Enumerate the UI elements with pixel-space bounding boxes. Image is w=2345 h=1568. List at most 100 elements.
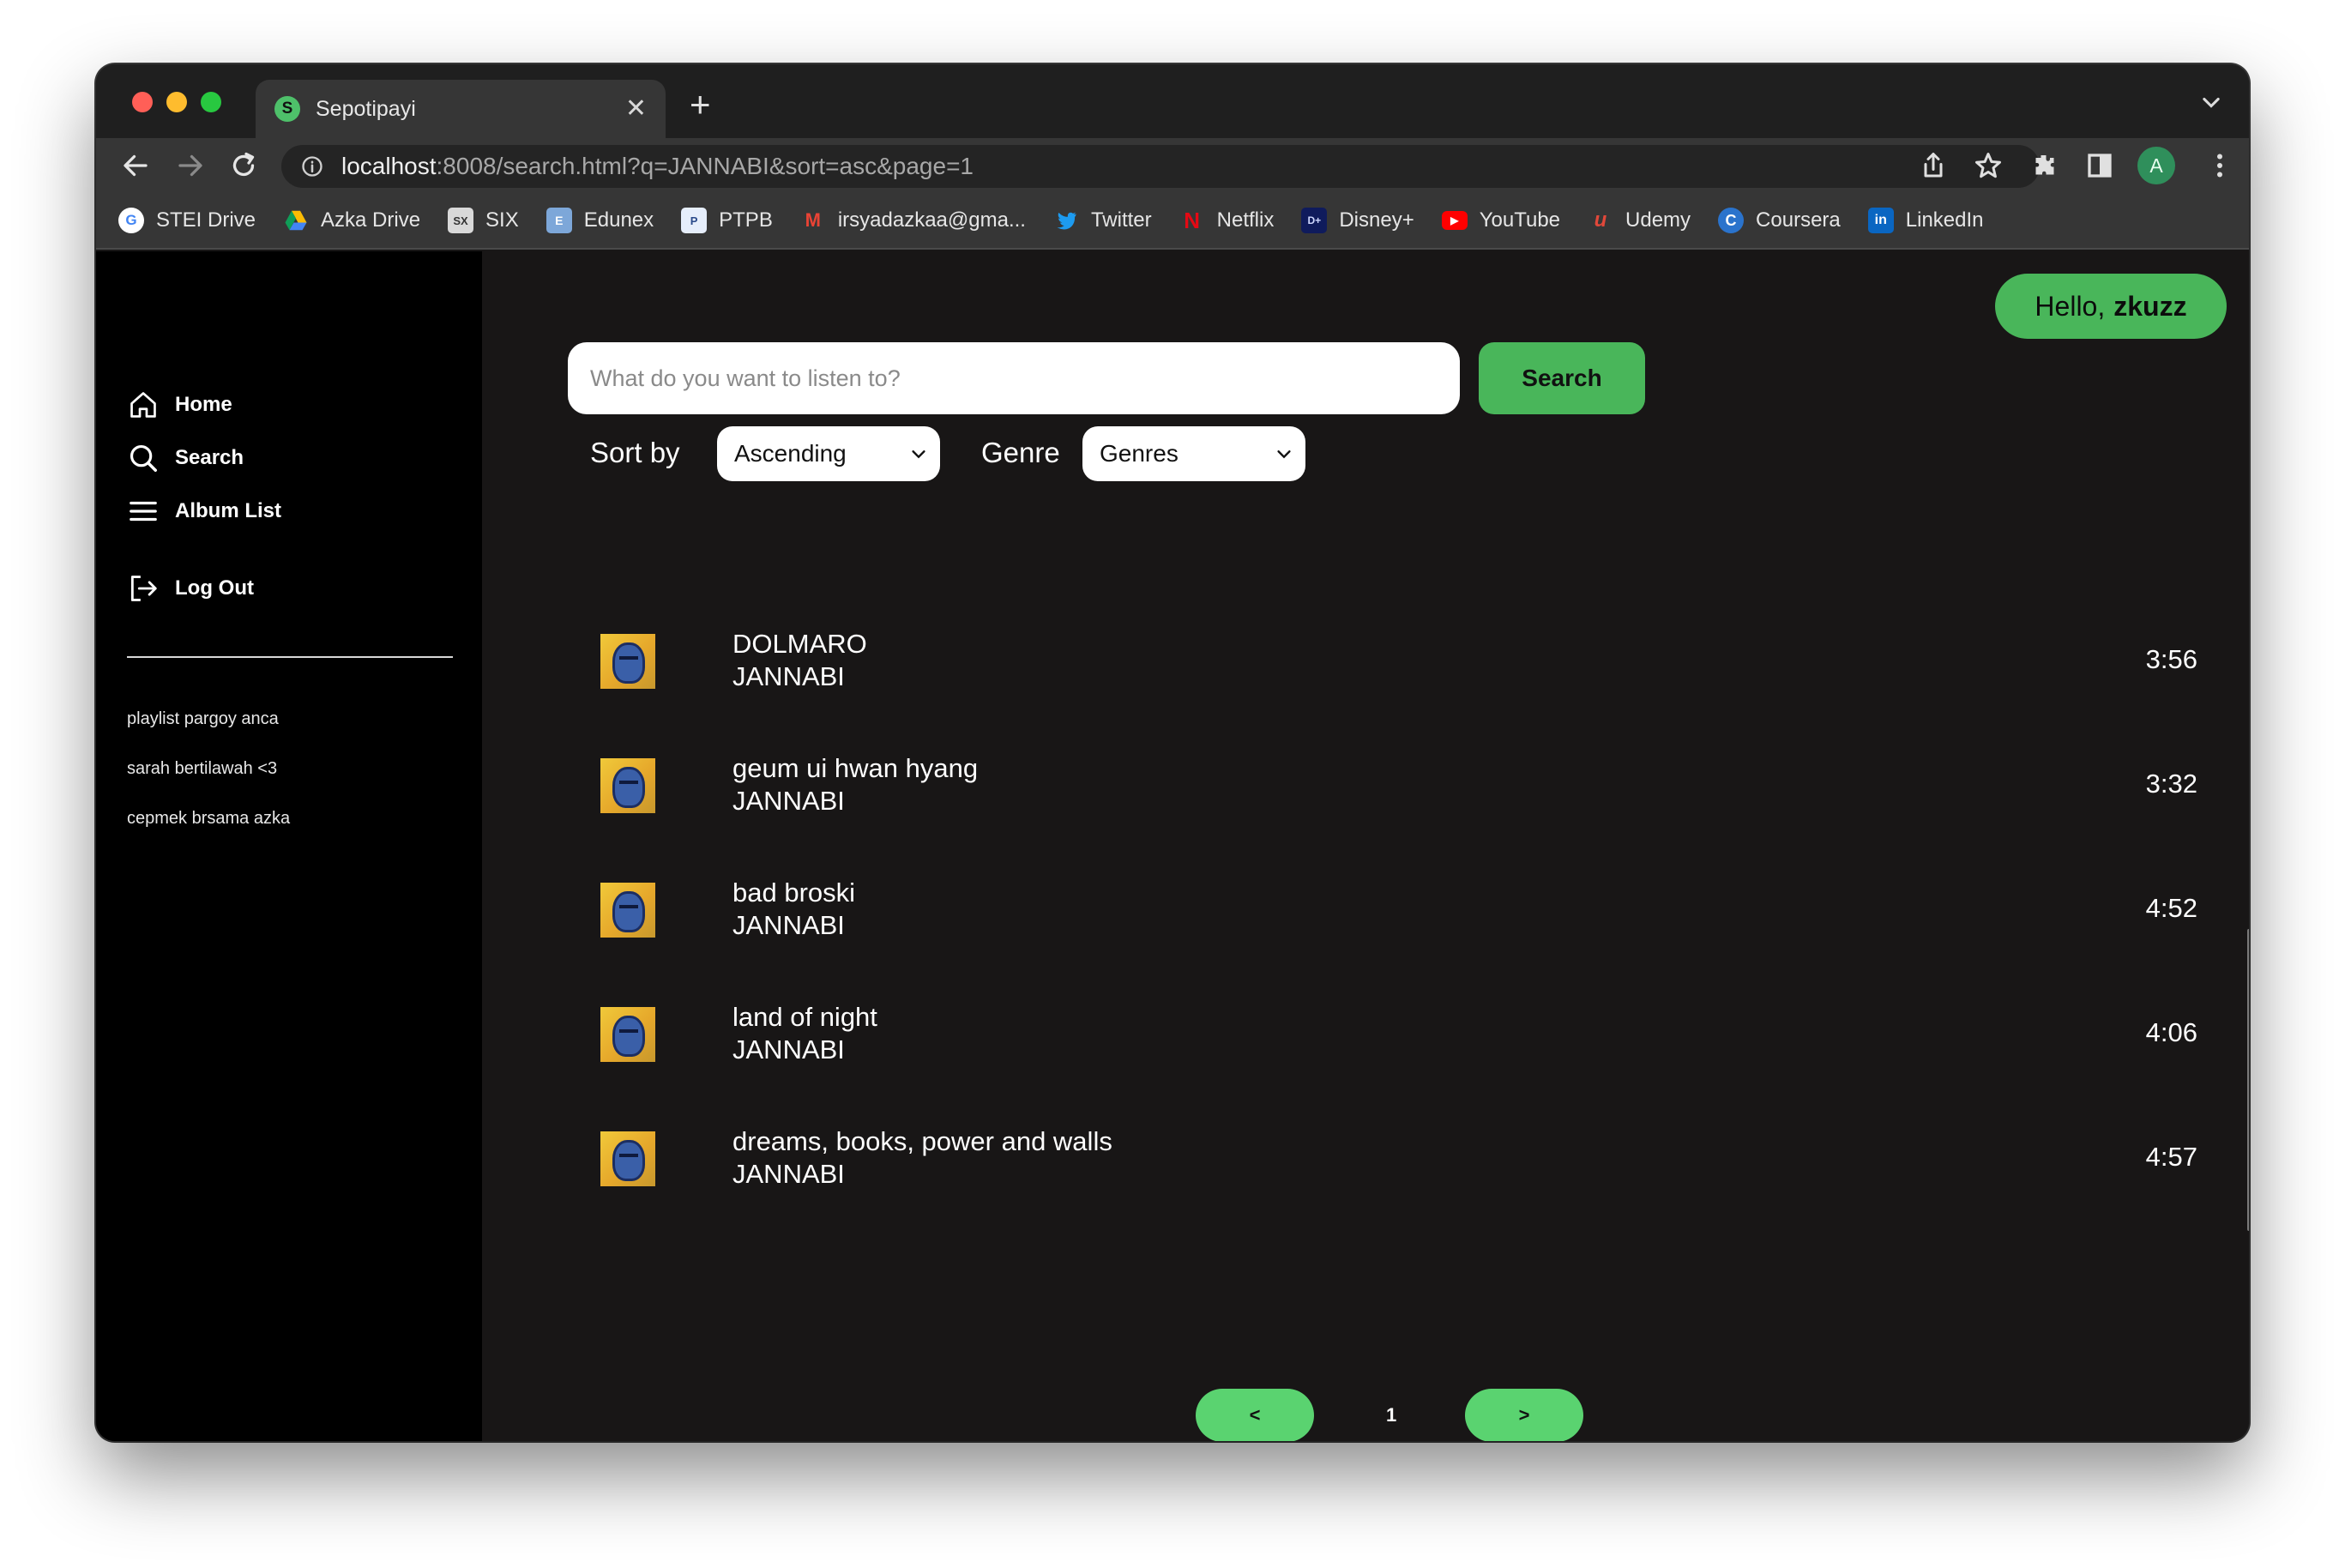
bookmark-coursera[interactable]: C Coursera [1718, 208, 1841, 233]
sort-label: Sort by [590, 437, 680, 468]
tab-title: Sepotipayi [316, 96, 416, 121]
forward-arrow-icon[interactable] [175, 150, 206, 181]
search-icon [130, 444, 157, 472]
bookmark-label: YouTube [1479, 208, 1561, 232]
song-row[interactable]: geum ui hwan hyang JANNABI 3:32 [482, 753, 2197, 839]
bookmark-edunex[interactable]: E Edunex [546, 208, 654, 233]
logout-button[interactable]: Log Out [127, 572, 254, 605]
song-title: bad broski [732, 877, 856, 908]
next-page-button[interactable]: > [1465, 1389, 1583, 1441]
logout-label: Log Out [175, 576, 254, 600]
linkedin-icon: in [1867, 208, 1894, 233]
bookmark-label: Coursera [1756, 208, 1841, 232]
playlist-item[interactable]: sarah bertilawah <3 [127, 759, 277, 779]
username: zkuzz [2113, 290, 2187, 322]
share-icon[interactable] [1918, 150, 1949, 181]
six-icon: SX [448, 208, 474, 233]
browser-window: S Sepotipayi ✕ + localhost:8008/search.h… [96, 64, 2249, 1441]
window-close-button[interactable] [132, 92, 153, 112]
bookmark-disney[interactable]: D+ Disney+ [1301, 208, 1414, 233]
new-tab-button[interactable]: + [690, 87, 711, 123]
udemy-icon: u [1594, 208, 1607, 232]
album-art-thumbnail [600, 1131, 655, 1186]
bookmark-star-icon[interactable] [1973, 150, 2004, 181]
song-row[interactable]: DOLMARO JANNABI 3:56 [482, 629, 2197, 715]
sidebar-item-label: Search [175, 446, 244, 469]
song-duration: 4:57 [2145, 1142, 2197, 1172]
gmail-icon: M [805, 209, 821, 231]
back-arrow-icon[interactable] [120, 150, 151, 181]
playlist-item[interactable]: cepmek brsama azka [127, 809, 290, 829]
playlist-item[interactable]: playlist pargoy anca [127, 709, 279, 729]
song-duration: 3:56 [2145, 644, 2197, 674]
current-page-number: 1 [1386, 1404, 1397, 1426]
song-title: geum ui hwan hyang [732, 753, 979, 783]
sidebar-item-search[interactable]: Search [127, 442, 244, 474]
song-row[interactable]: land of night JANNABI 4:06 [482, 1002, 2197, 1088]
bookmark-label: PTPB [719, 208, 773, 232]
bookmark-ptpb[interactable]: P PTPB [681, 208, 773, 233]
tab-search-chevron-icon[interactable] [2199, 90, 2223, 114]
bookmark-linkedin[interactable]: in LinkedIn [1867, 208, 1984, 233]
sidebar-divider [127, 656, 453, 658]
song-title: land of night [732, 1002, 877, 1032]
bookmark-stei-drive[interactable]: G STEI Drive [118, 208, 256, 233]
side-panel-icon[interactable] [2084, 150, 2115, 181]
menu-icon [130, 501, 157, 522]
reload-icon[interactable] [228, 150, 259, 181]
genre-select[interactable]: Genres [1082, 426, 1305, 481]
greeting-text: Hello, [2035, 290, 2106, 322]
bookmark-six[interactable]: SX SIX [448, 208, 519, 233]
sidebar-item-home[interactable]: Home [127, 389, 232, 421]
song-duration: 4:52 [2145, 893, 2197, 923]
album-art-thumbnail [600, 634, 655, 689]
tab-close-icon[interactable]: ✕ [625, 96, 647, 122]
album-art-thumbnail [600, 883, 655, 938]
song-row[interactable]: bad broski JANNABI 4:52 [482, 877, 2197, 963]
browser-menu-icon[interactable] [2204, 150, 2235, 181]
window-zoom-button[interactable] [201, 92, 221, 112]
song-title: dreams, books, power and walls [732, 1126, 1112, 1156]
genre-label: Genre [981, 437, 1060, 468]
bookmark-twitter[interactable]: Twitter [1053, 208, 1152, 233]
bookmark-gmail[interactable]: M irsyadazkaa@gma... [800, 208, 1026, 233]
prev-page-button[interactable]: < [1196, 1389, 1314, 1441]
song-list-scrollbar[interactable] [2247, 929, 2249, 1231]
address-bar[interactable]: localhost:8008/search.html?q=JANNABI&sor… [281, 145, 2040, 188]
song-artist: JANNABI [732, 786, 845, 816]
search-button[interactable]: Search [1479, 342, 1645, 414]
album-art-thumbnail [600, 1007, 655, 1062]
url-path: :8008/search.html?q=JANNABI&sort=asc&pag… [436, 153, 974, 179]
song-artist: JANNABI [732, 1159, 845, 1189]
extensions-puzzle-icon[interactable] [2029, 150, 2060, 181]
bookmark-netflix[interactable]: N Netflix [1179, 208, 1275, 233]
song-duration: 3:32 [2145, 769, 2197, 799]
bookmark-label: Udemy [1625, 208, 1691, 232]
song-artist: JANNABI [732, 910, 845, 940]
user-greeting-badge[interactable]: Hello, zkuzz [1995, 274, 2227, 339]
song-title: DOLMARO [732, 629, 867, 659]
song-duration: 4:06 [2145, 1017, 2197, 1047]
bookmark-label: STEI Drive [156, 208, 256, 232]
twitter-icon [1053, 208, 1079, 233]
ptpb-icon: P [681, 208, 708, 233]
bookmark-udemy[interactable]: u Udemy [1588, 208, 1691, 233]
drive-icon [283, 208, 309, 233]
bookmarks-bar: G STEI Drive Azka Drive SX SIX E Edunex … [96, 193, 2249, 250]
sidebar-item-label: Home [175, 393, 232, 416]
browser-tab[interactable]: S Sepotipayi ✕ [256, 80, 666, 138]
song-artist: JANNABI [732, 1034, 845, 1064]
site-info-icon[interactable] [300, 154, 324, 178]
edunex-icon: E [546, 208, 572, 233]
bookmark-label: Netflix [1216, 208, 1275, 232]
sidebar-item-album-list[interactable]: Album List [127, 495, 281, 528]
profile-avatar[interactable]: A [2137, 147, 2175, 184]
sort-select[interactable]: Ascending [717, 426, 940, 481]
song-row[interactable]: dreams, books, power and walls JANNABI 4… [482, 1126, 2197, 1212]
bookmark-label: Azka Drive [321, 208, 421, 232]
bookmark-youtube[interactable]: ▶ YouTube [1441, 208, 1561, 232]
bookmark-azka-drive[interactable]: Azka Drive [283, 208, 420, 233]
tab-favicon-icon: S [274, 96, 300, 122]
window-minimize-button[interactable] [166, 92, 187, 112]
search-input[interactable] [568, 342, 1460, 414]
